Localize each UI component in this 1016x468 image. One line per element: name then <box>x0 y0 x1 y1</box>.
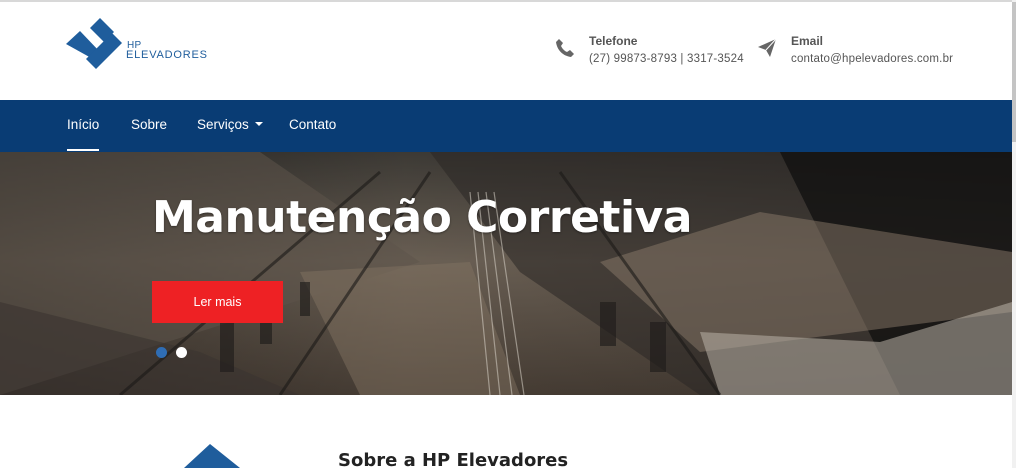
hero-title: Manutenção Corretiva <box>152 192 692 243</box>
phone-label: Telefone <box>589 34 638 48</box>
slider-dot-1[interactable] <box>156 347 167 358</box>
phone-contact: Telefone (27) 99873-8793 | 3317-3524 <box>555 32 755 76</box>
about-section-title: Sobre a HP Elevadores <box>338 450 569 468</box>
nav-item-sobre[interactable]: Sobre <box>131 100 167 152</box>
logo-mark-icon <box>66 18 122 69</box>
logo[interactable]: HP ELEVADORES <box>66 18 207 72</box>
nav-item-servicos[interactable]: Serviços <box>197 100 263 152</box>
email-value[interactable]: contato@hpelevadores.com.br <box>791 53 953 65</box>
site-header: HP ELEVADORES Telefone (27) 99873-8793 |… <box>0 2 1012 100</box>
email-contact: Email contato@hpelevadores.com.br <box>757 32 977 76</box>
hero-slider: Manutenção Corretiva Ler mais <box>0 152 1012 395</box>
page: HP ELEVADORES Telefone (27) 99873-8793 |… <box>0 0 1012 468</box>
nav-item-servicos-label: Serviços <box>197 117 249 132</box>
phone-icon <box>556 39 574 57</box>
hero-background-image <box>0 152 1012 395</box>
nav-item-inicio[interactable]: Início <box>67 100 100 152</box>
email-label: Email <box>791 34 824 48</box>
main-nav: Início Sobre Serviços Contato <box>0 100 1012 152</box>
scrollbar-thumb[interactable] <box>1012 2 1016 142</box>
window-top-border <box>0 0 1016 2</box>
nav-item-contato[interactable]: Contato <box>289 100 336 152</box>
phone-value[interactable]: (27) 99873-8793 | 3317-3524 <box>589 53 744 65</box>
scrollbar[interactable] <box>1012 0 1016 468</box>
paper-plane-icon <box>758 38 777 57</box>
slider-dot-2[interactable] <box>176 347 187 358</box>
about-logo-mark-icon <box>184 444 240 468</box>
read-more-button[interactable]: Ler mais <box>152 281 283 323</box>
logo-name-text: ELEVADORES <box>126 49 208 61</box>
caret-down-icon <box>254 122 263 127</box>
